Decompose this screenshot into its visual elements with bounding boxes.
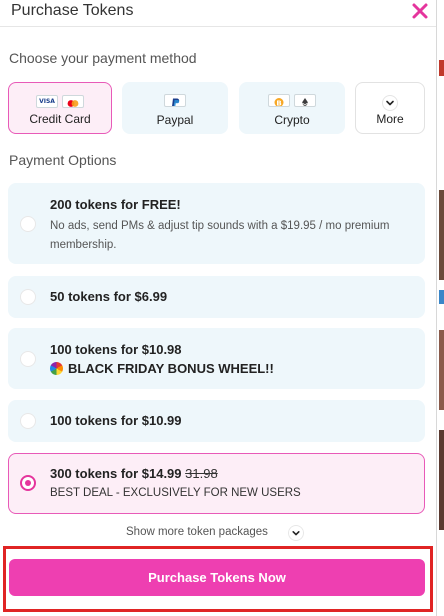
option-100-tokens-bonus[interactable]: 100 tokens for $10.98 BLACK FRIDAY BONUS… — [8, 328, 425, 389]
old-price: 31.98 — [185, 466, 218, 481]
option-100-tokens[interactable]: 100 tokens for $10.99 — [8, 400, 425, 442]
radio-button[interactable] — [20, 351, 36, 367]
method-label: Credit Card — [29, 112, 91, 126]
radio-button[interactable] — [20, 216, 36, 232]
background-fragment — [439, 330, 444, 410]
show-more-link[interactable]: Show more token packages — [126, 526, 268, 538]
option-50-tokens[interactable]: 50 tokens for $6.99 — [8, 276, 425, 318]
method-icons: B — [239, 94, 345, 108]
method-label: More — [376, 112, 404, 126]
option-title: 100 tokens for $10.98 — [50, 342, 182, 357]
option-title: 50 tokens for $6.99 — [50, 289, 168, 304]
method-label: Crypto — [274, 113, 310, 127]
radio-button[interactable] — [20, 413, 36, 429]
chevron-down-icon — [292, 531, 300, 536]
option-300-tokens[interactable]: 300 tokens for $14.99 31.98 BEST DEAL - … — [8, 453, 425, 514]
close-icon — [412, 3, 428, 19]
method-credit-card[interactable]: VISA Credit Card — [8, 82, 112, 134]
show-more-toggle[interactable] — [289, 526, 303, 540]
method-paypal[interactable]: Paypal — [122, 82, 228, 134]
option-title: 200 tokens for FREE! — [50, 197, 181, 212]
option-description: No ads, send PMs & adjust tip sounds wit… — [50, 220, 390, 251]
option-subtitle: BEST DEAL - EXCLUSIVELY FOR NEW USERS — [50, 487, 301, 499]
paypal-icon — [164, 94, 186, 107]
radio-button[interactable] — [20, 289, 36, 305]
chevron-down-icon — [382, 95, 398, 111]
method-more[interactable]: More — [355, 82, 425, 134]
purchase-button-label: Purchase Tokens Now — [148, 570, 286, 585]
background-page-edge — [437, 0, 444, 616]
background-fragment — [439, 190, 444, 280]
mastercard-icon — [62, 95, 84, 108]
bonus-text: BLACK FRIDAY BONUS WHEEL!! — [68, 361, 274, 376]
method-crypto[interactable]: B Crypto — [239, 82, 345, 134]
ethereum-icon — [294, 94, 316, 107]
bonus-wheel-icon — [50, 362, 63, 375]
method-icons — [356, 95, 424, 111]
purchase-tokens-button[interactable]: Purchase Tokens Now — [9, 559, 425, 596]
option-title: 300 tokens for $14.99 31.98 — [50, 466, 218, 481]
method-label: Paypal — [156, 113, 194, 127]
background-fragment — [439, 290, 444, 304]
payment-options-heading: Payment Options — [9, 152, 117, 168]
background-fragment — [439, 430, 444, 530]
bitcoin-icon: B — [268, 94, 290, 107]
close-button[interactable] — [411, 2, 429, 20]
background-fragment — [439, 60, 444, 76]
dialog-title: Purchase Tokens — [11, 2, 134, 19]
option-price: 300 tokens for $14.99 — [50, 466, 182, 481]
radio-button-checked[interactable] — [20, 475, 36, 491]
option-free-tokens[interactable]: 200 tokens for FREE! No ads, send PMs & … — [8, 183, 425, 264]
option-title: 100 tokens for $10.99 — [50, 413, 182, 428]
bonus-line: BLACK FRIDAY BONUS WHEEL!! — [50, 361, 274, 376]
svg-text:B: B — [276, 99, 281, 107]
payment-method-heading: Choose your payment method — [9, 50, 197, 66]
method-icons: VISA — [9, 95, 111, 109]
method-icons — [122, 94, 228, 108]
purchase-tokens-dialog: Purchase Tokens Choose your payment meth… — [0, 0, 437, 616]
visa-icon: VISA — [36, 95, 58, 108]
dialog-header: Purchase Tokens — [0, 0, 436, 27]
